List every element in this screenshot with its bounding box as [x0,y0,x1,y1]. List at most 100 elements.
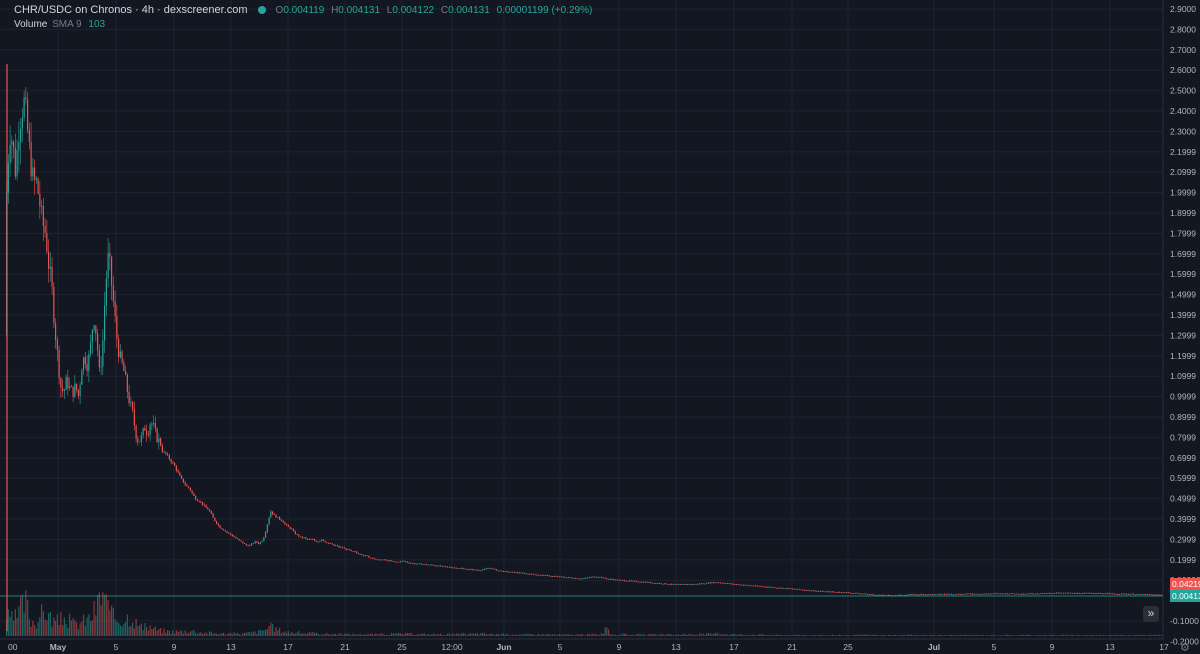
volume-bar [251,632,253,636]
candle-body [1068,592,1070,594]
candle-body [398,561,400,563]
volume-bar [105,594,107,636]
candle-body [718,582,720,584]
candle-body [114,301,116,316]
volume-bar [97,594,99,636]
volume-bar [450,634,452,636]
volume-bar [711,634,713,636]
candle-body [1052,592,1054,594]
candle-body [660,583,662,585]
volume-bar [483,632,485,636]
volume-bar [797,634,799,636]
candle-body [1063,592,1065,594]
candle-body [147,435,149,436]
candle-body [322,539,324,541]
volume-bar [329,634,331,636]
volume-bar [1035,635,1037,636]
candle-body [884,595,886,597]
candle-body [511,571,513,573]
volume-bar [996,635,998,636]
volume-bar [811,635,813,636]
candle-body [476,570,478,571]
candle-body [627,581,629,582]
volume-legend: Volume SMA 9 103 [14,19,105,30]
candle-body [814,590,816,592]
candle-body [527,573,529,575]
candle-body [263,537,265,541]
volume-bar [280,633,282,636]
volume-bar [275,627,277,636]
volume-bar [86,617,88,636]
price-tick-label: 1.3999 [1170,310,1196,320]
volume-bar [265,629,267,636]
candle-body [329,543,331,544]
volume-bar [718,634,720,636]
candle-body [504,570,506,572]
gear-icon[interactable]: ⚙ [1180,641,1190,654]
volume-bar [466,634,468,636]
candle-body [868,594,870,596]
volume-bar [599,634,601,636]
volume-bar [51,626,53,636]
scroll-to-realtime-button[interactable]: » [1143,606,1159,622]
candle-body [394,561,396,563]
volume-bar [924,634,926,636]
volume-bar [67,627,69,636]
candle-body [107,253,109,279]
candle-body [140,435,142,442]
volume-bar [107,600,109,636]
volume-bar [1068,635,1070,636]
volume-bar [877,635,879,636]
volume-bar [889,635,891,636]
volume-bar [335,633,337,636]
volume-bar [958,635,960,636]
price-chart[interactable]: 2.9000 2.8000 2.7000 2.6000 2.5000 2.4000 2.30… [0,0,1200,654]
volume-bar [527,633,529,636]
volume-bar [623,633,625,636]
close-value: 0.004131 [448,4,490,16]
candle-body [426,564,428,566]
candle-body [196,499,198,501]
candle-body [1117,594,1119,595]
volume-bar [576,634,578,636]
volume-bar [989,635,991,636]
candle-body [1105,593,1107,595]
volume-bar [1094,635,1096,636]
volume-bar [373,634,375,636]
volume-bar [109,610,111,636]
candle-body [550,576,552,578]
candle-body [51,266,53,287]
candle-body [531,573,533,575]
candle-body [482,569,484,571]
candle-body [49,266,51,269]
volume-bar [464,633,466,636]
volume-bar [160,628,162,636]
volume-bar [898,635,900,636]
candle-body [266,524,268,532]
candle-body [749,585,751,587]
candle-body [851,593,853,594]
candle-body [438,565,440,567]
candle-body [1036,593,1038,595]
volume-bar [683,633,685,636]
candle-body [830,591,832,593]
volume-bar [436,634,438,636]
volume-bar [538,633,540,636]
volume-bar [674,635,676,636]
volume-bar [769,634,771,636]
time-tick-label: 13 [226,642,236,652]
volume-bar [1082,635,1084,636]
candle-body [819,591,821,592]
volume-bar [963,634,965,636]
volume-bar [840,634,842,636]
volume-bar [489,634,491,636]
volume-bar [760,634,762,636]
candle-body [301,536,303,538]
volume-bar [646,635,648,636]
candle-body [1043,592,1045,594]
candle-body [555,576,557,578]
volume-bar [161,633,163,636]
candle-body [146,430,148,436]
candle-body [151,423,153,425]
candle-body [13,141,15,148]
